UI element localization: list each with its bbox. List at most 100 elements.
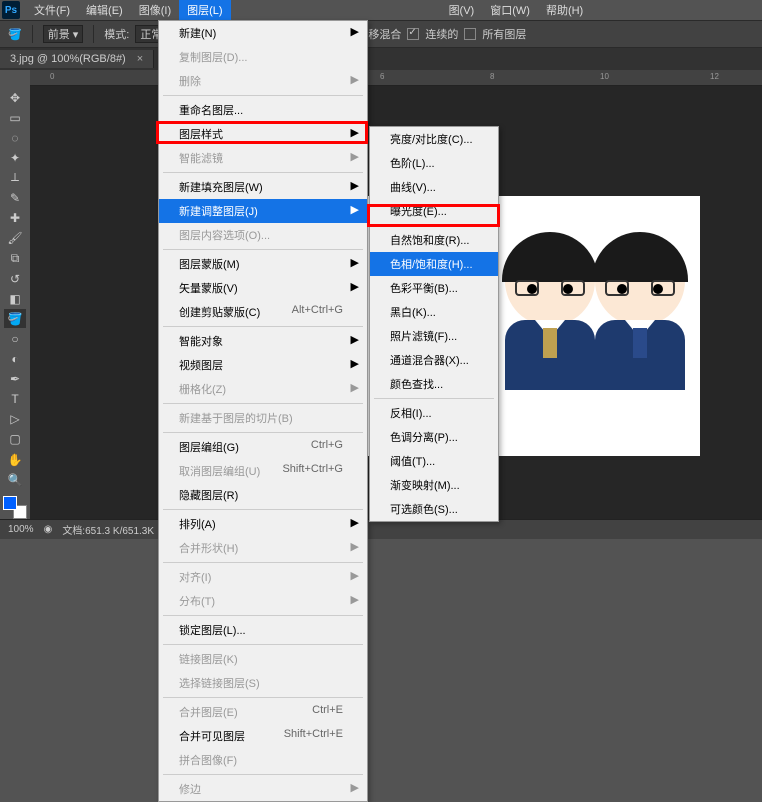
brush-tool[interactable]: 🖌: [4, 229, 26, 248]
stamp-tool[interactable]: ⧉: [4, 249, 26, 268]
menu-item[interactable]: 新建填充图层(W)▶: [159, 175, 367, 199]
menu-item-label: 图层内容选项(O)...: [179, 230, 270, 242]
illustration-person-2: [580, 236, 700, 390]
menu-window[interactable]: 窗口(W): [482, 0, 538, 20]
menu-item: 合并图层(E)Ctrl+E: [159, 700, 367, 724]
options-bar: 🪣 前景 ▾ 模式: 正常 滑移混合 连续的 所有图层: [0, 20, 762, 48]
shape-tool[interactable]: ▢: [4, 430, 26, 449]
menu-separator: [163, 644, 363, 645]
menu-item[interactable]: 反相(I)...: [370, 401, 498, 425]
menu-item[interactable]: 锁定图层(L)...: [159, 618, 367, 642]
chevron-right-icon: ▶: [351, 569, 359, 582]
menu-file[interactable]: 文件(F): [26, 0, 78, 20]
menu-separator: [163, 249, 363, 250]
menu-item[interactable]: 合并可见图层Shift+Ctrl+E: [159, 724, 367, 748]
history-tool[interactable]: ↺: [4, 269, 26, 288]
chevron-right-icon: ▶: [351, 150, 359, 163]
chk-contiguous[interactable]: [407, 28, 419, 40]
menu-item[interactable]: 矢量蒙版(V)▶: [159, 276, 367, 300]
mode-label: 模式:: [104, 26, 129, 42]
move-tool[interactable]: ✥: [4, 88, 26, 107]
menu-item[interactable]: 可选颜色(S)...: [370, 497, 498, 521]
menu-item-label: 图层样式: [179, 129, 223, 141]
menu-item-label: 复制图层(D)...: [179, 52, 247, 64]
path-tool[interactable]: ▷: [4, 410, 26, 429]
menu-item-label: 合并图层(E): [179, 707, 238, 719]
menu-item: 新建基于图层的切片(B): [159, 406, 367, 430]
menu-item[interactable]: 自然饱和度(R)...: [370, 228, 498, 252]
menu-item: 栅格化(Z)▶: [159, 377, 367, 401]
hand-tool[interactable]: ✋: [4, 450, 26, 469]
crop-tool[interactable]: ⟂: [4, 168, 26, 187]
menu-item-label: 创建剪贴蒙版(C): [179, 307, 260, 319]
fg-color[interactable]: [3, 496, 17, 510]
menu-item-label: 拼合图像(F): [179, 755, 237, 767]
pen-tool[interactable]: ✒: [4, 370, 26, 389]
menu-layer[interactable]: 图层(L): [179, 0, 230, 20]
menu-item[interactable]: 视频图层▶: [159, 353, 367, 377]
wand-tool[interactable]: ✦: [4, 148, 26, 167]
menu-item[interactable]: 黑白(K)...: [370, 300, 498, 324]
menu-item[interactable]: 排列(A)▶: [159, 512, 367, 536]
menubar: Ps 文件(F) 编辑(E) 图像(I) 图层(L) 图(V) 窗口(W) 帮助…: [0, 0, 762, 20]
chevron-right-icon: ▶: [351, 25, 359, 38]
menu-item-label: 色彩平衡(B)...: [390, 283, 458, 295]
close-icon[interactable]: ×: [137, 53, 143, 65]
chevron-right-icon: ▶: [351, 280, 359, 293]
menu-item[interactable]: 亮度/对比度(C)...: [370, 127, 498, 151]
marquee-tool[interactable]: ▭: [4, 108, 26, 127]
bucket-tool[interactable]: 🪣: [4, 309, 26, 328]
zoom-tool[interactable]: 🔍: [4, 470, 26, 489]
menu-item-label: 渐变映射(M)...: [390, 480, 460, 492]
text-tool[interactable]: T: [4, 390, 26, 409]
menu-help[interactable]: 帮助(H): [538, 0, 591, 20]
menu-item[interactable]: 色调分离(P)...: [370, 425, 498, 449]
menu-item[interactable]: 色彩平衡(B)...: [370, 276, 498, 300]
menu-item[interactable]: 阈值(T)...: [370, 449, 498, 473]
heal-tool[interactable]: ✚: [4, 209, 26, 228]
eraser-tool[interactable]: ◧: [4, 289, 26, 308]
eyedropper-tool[interactable]: ✎: [4, 189, 26, 208]
menu-item[interactable]: 创建剪贴蒙版(C)Alt+Ctrl+G: [159, 300, 367, 324]
menu-item-label: 新建填充图层(W): [179, 182, 263, 194]
menu-item[interactable]: 图层样式▶: [159, 122, 367, 146]
zoom-level[interactable]: 100%: [8, 524, 34, 535]
menu-separator: [163, 403, 363, 404]
menu-item[interactable]: 照片滤镜(F)...: [370, 324, 498, 348]
menu-edit[interactable]: 编辑(E): [78, 0, 131, 20]
menu-item[interactable]: 曝光度(E)...: [370, 199, 498, 223]
menu-item[interactable]: 色阶(L)...: [370, 151, 498, 175]
chevron-right-icon: ▶: [351, 593, 359, 606]
chevron-right-icon: ▶: [351, 540, 359, 553]
menu-item-label: 选择链接图层(S): [179, 678, 260, 690]
menu-item[interactable]: 图层蒙版(M)▶: [159, 252, 367, 276]
exposure-icon: ◉: [44, 524, 53, 535]
menu-image[interactable]: 图像(I): [131, 0, 179, 20]
chevron-right-icon: ▶: [351, 73, 359, 86]
menu-item[interactable]: 智能对象▶: [159, 329, 367, 353]
fill-select[interactable]: 前景 ▾: [43, 25, 84, 43]
menu-item: 删除▶: [159, 69, 367, 93]
dodge-tool[interactable]: ◐: [4, 349, 26, 368]
menu-item-label: 曲线(V)...: [390, 182, 436, 194]
lasso-tool[interactable]: ◌: [4, 128, 26, 147]
menu-item: 智能滤镜▶: [159, 146, 367, 170]
menu-item[interactable]: 渐变映射(M)...: [370, 473, 498, 497]
color-swatches[interactable]: [3, 496, 27, 519]
menu-item: 合并形状(H)▶: [159, 536, 367, 560]
menu-item[interactable]: 色相/饱和度(H)...: [370, 252, 498, 276]
menu-item[interactable]: 新建调整图层(J)▶: [159, 199, 367, 223]
tools-panel: ✥ ▭ ◌ ✦ ⟂ ✎ ✚ 🖌 ⧉ ↺ ◧ 🪣 ○ ◐ ✒ T ▷ ▢ ✋ 🔍: [0, 86, 30, 519]
menu-item[interactable]: 重命名图层...: [159, 98, 367, 122]
menu-item[interactable]: 颜色查找...: [370, 372, 498, 396]
menu-view[interactable]: 图(V): [441, 0, 483, 20]
menu-item[interactable]: 曲线(V)...: [370, 175, 498, 199]
menu-item[interactable]: 新建(N)▶: [159, 21, 367, 45]
menu-item[interactable]: 隐藏图层(R): [159, 483, 367, 507]
chk-alllayers[interactable]: [464, 28, 476, 40]
blur-tool[interactable]: ○: [4, 329, 26, 348]
menu-item[interactable]: 通道混合器(X)...: [370, 348, 498, 372]
tab-document[interactable]: 3.jpg @ 100%(RGB/8#) ×: [0, 50, 154, 68]
menu-item-label: 分布(T): [179, 596, 215, 608]
menu-item[interactable]: 图层编组(G)Ctrl+G: [159, 435, 367, 459]
